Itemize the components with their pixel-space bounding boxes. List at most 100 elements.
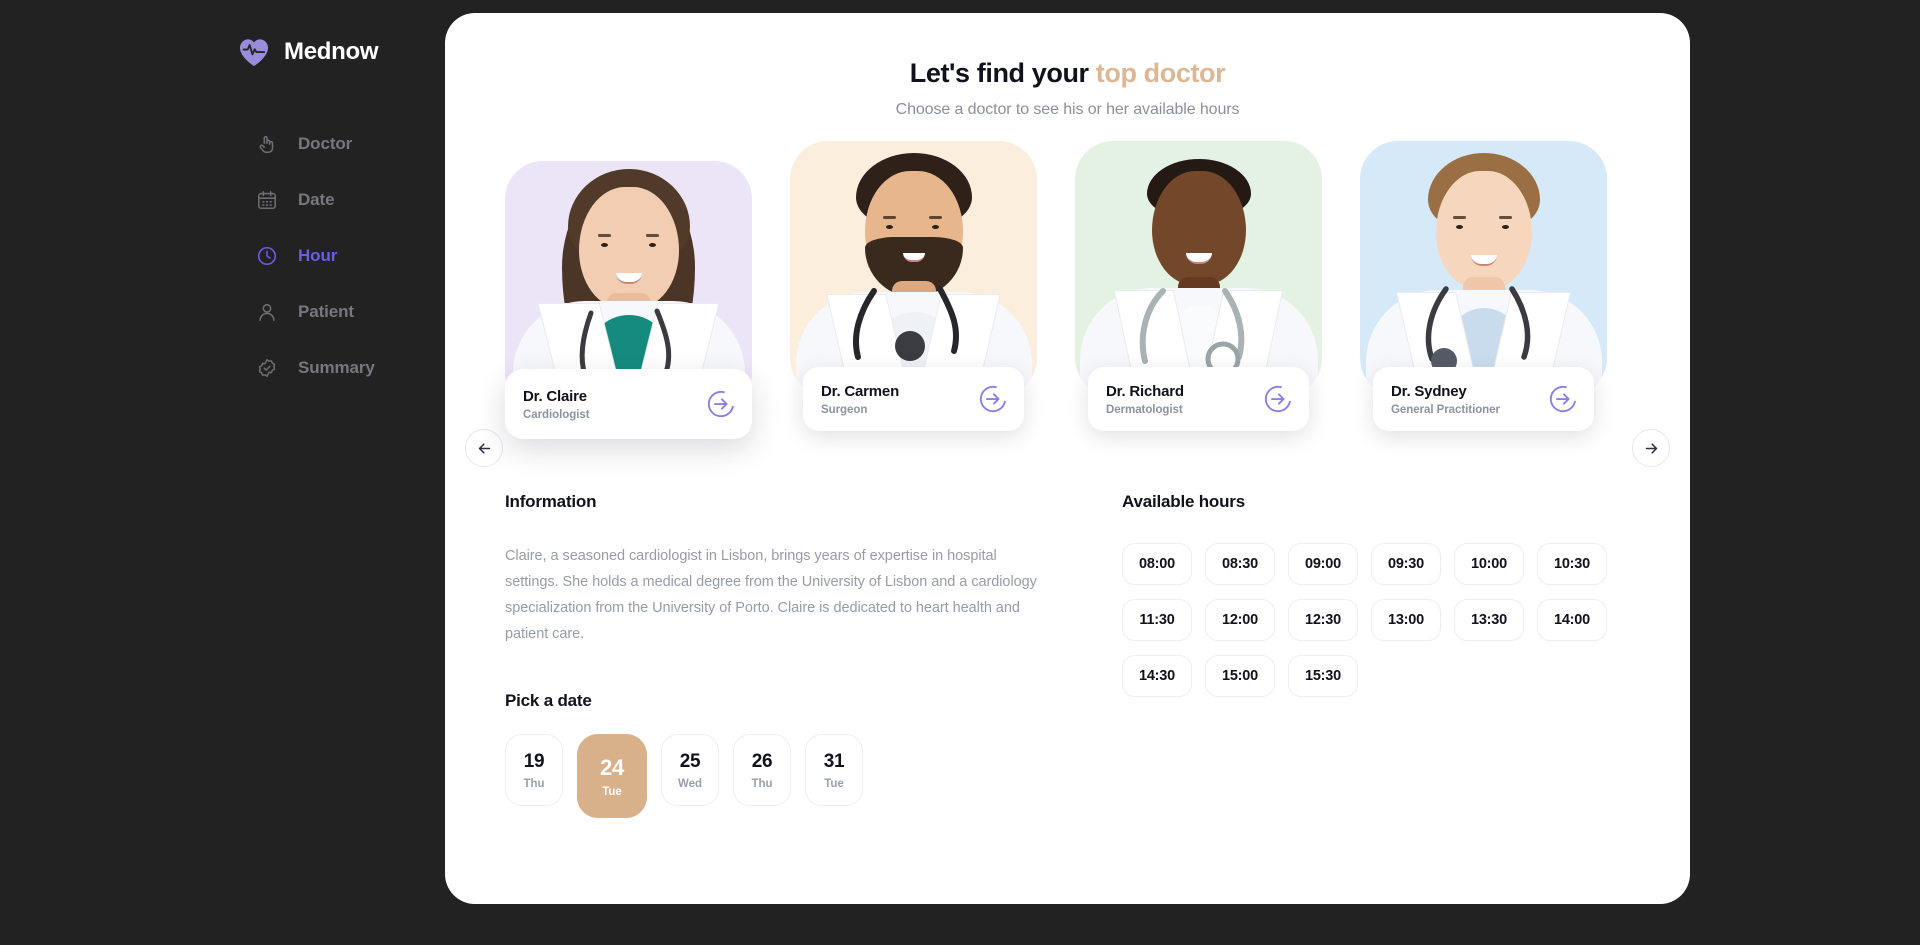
doctor-photo — [790, 141, 1037, 396]
date-chip[interactable]: 25 Wed — [661, 734, 719, 806]
sidebar-item-patient[interactable]: Patient — [256, 295, 445, 328]
page-title-accent: top doctor — [1095, 58, 1226, 88]
hour-chip[interactable]: 09:00 — [1288, 543, 1358, 585]
sidebar-item-hour[interactable]: Hour — [256, 239, 445, 272]
doctor-specialty: Surgeon — [821, 404, 868, 417]
page-title-plain: Let's find your — [909, 58, 1096, 88]
doctor-text: Dr. Sydney General Practitioner — [1391, 382, 1500, 416]
doctor-name: Dr. Carmen — [821, 382, 900, 400]
doctor-photo — [1360, 141, 1607, 396]
doctor-info[interactable]: Dr. Carmen Surgeon — [803, 367, 1024, 431]
date-weekday: Tue — [824, 777, 844, 790]
user-icon — [259, 303, 275, 321]
hour-chip[interactable]: 14:00 — [1537, 599, 1607, 641]
arrow-right-icon — [1645, 442, 1657, 454]
arrow-right-circle-icon — [1264, 385, 1292, 413]
date-weekday: Thu — [523, 777, 545, 790]
hour-chip[interactable]: 08:00 — [1122, 543, 1192, 585]
doctor-select-button[interactable] — [978, 384, 1008, 414]
card-header: Let's find your top doctor Choose a doct… — [445, 13, 1690, 119]
doctor-card[interactable]: Dr. Richard Dermatologist — [1075, 141, 1322, 431]
booking-card: Let's find your top doctor Choose a doct… — [445, 13, 1690, 904]
hours-grid: 08:00 08:30 09:00 09:30 10:00 10:30 11:3… — [1122, 543, 1622, 697]
date-weekday: Thu — [751, 777, 773, 790]
doctor-specialty: General Practitioner — [1391, 404, 1500, 417]
doctor-select-button[interactable] — [1548, 384, 1578, 414]
page-subtitle: Choose a doctor to see his or her availa… — [895, 101, 1240, 118]
hour-chip[interactable]: 15:30 — [1288, 655, 1358, 697]
sidebar-item-label: Summary — [298, 357, 375, 377]
doctor-card[interactable]: Dr. Carmen Surgeon — [790, 141, 1037, 431]
date-chip-selected[interactable]: 24 Tue — [577, 734, 647, 818]
sidebar-item-summary[interactable]: Summary — [256, 351, 445, 384]
date-day: 19 — [523, 750, 545, 772]
hour-chip[interactable]: 14:30 — [1122, 655, 1192, 697]
date-day: 31 — [823, 750, 845, 772]
carousel-prev-button[interactable] — [465, 429, 503, 467]
main-stage: Let's find your top doctor Choose a doct… — [445, 0, 1920, 945]
badge-check-icon — [258, 358, 276, 377]
date-chip[interactable]: 26 Thu — [733, 734, 791, 806]
doctor-specialty: Cardiologist — [523, 409, 590, 422]
doctor-text: Dr. Richard Dermatologist — [1106, 382, 1184, 416]
sidebar-item-label: Hour — [298, 245, 338, 265]
doctor-name: Dr. Richard — [1106, 382, 1184, 400]
arrow-right-circle-icon — [979, 385, 1007, 413]
doctor-card[interactable]: Dr. Claire Cardiologist — [505, 141, 752, 439]
date-chip[interactable]: 31 Tue — [805, 734, 863, 806]
hour-chip[interactable]: 10:00 — [1454, 543, 1524, 585]
hour-chip[interactable]: 10:30 — [1537, 543, 1607, 585]
doctor-list: Dr. Claire Cardiologist Dr. Carmen Surge… — [505, 141, 1630, 439]
date-day: 26 — [751, 750, 773, 772]
doctor-name: Dr. Sydney — [1391, 382, 1467, 400]
doctor-info[interactable]: Dr. Richard Dermatologist — [1088, 367, 1309, 431]
doctor-card[interactable]: Dr. Sydney General Practitioner — [1360, 141, 1607, 431]
doctor-text: Dr. Claire Cardiologist — [523, 387, 590, 421]
doctor-info[interactable]: Dr. Sydney General Practitioner — [1373, 367, 1594, 431]
heart-pulse-icon — [240, 39, 268, 66]
doctor-carousel: Dr. Claire Cardiologist Dr. Carmen Surge… — [445, 141, 1690, 467]
doctor-select-button[interactable] — [1263, 384, 1293, 414]
hour-chip[interactable]: 08:30 — [1205, 543, 1275, 585]
hour-chip[interactable]: 12:00 — [1205, 599, 1275, 641]
doctor-select-button[interactable] — [706, 389, 736, 419]
hour-chip[interactable]: 13:30 — [1454, 599, 1524, 641]
hour-chip[interactable]: 13:00 — [1371, 599, 1441, 641]
hour-chip[interactable]: 15:00 — [1205, 655, 1275, 697]
arrow-right-circle-icon — [1549, 385, 1577, 413]
available-hours-title: Available hours — [1122, 492, 1245, 511]
date-chip[interactable]: 19 Thu — [505, 734, 563, 806]
brand: Mednow — [0, 24, 445, 80]
calendar-icon — [257, 190, 277, 209]
available-hours-column: Available hours 08:00 08:30 09:00 09:30 … — [1070, 492, 1630, 818]
doctor-portrait — [1360, 141, 1607, 396]
sidebar-item-date[interactable]: Date — [256, 183, 445, 216]
date-weekday: Wed — [677, 777, 703, 790]
hand-pointer-icon — [259, 135, 274, 153]
page-title: Let's find your top doctor — [445, 58, 1690, 89]
sidebar-nav: Doctor Date Hour Patient Summary — [0, 127, 445, 384]
appointment-booking-page: Mednow Doctor Date Hour Patient Summary … — [0, 0, 1920, 945]
hour-chip[interactable]: 11:30 — [1122, 599, 1192, 641]
date-day: 25 — [679, 750, 701, 772]
date-weekday: Tue — [602, 785, 622, 798]
doctor-text: Dr. Carmen Surgeon — [821, 382, 899, 416]
hour-chip[interactable]: 09:30 — [1371, 543, 1441, 585]
doctor-bio: Claire, a seasoned cardiologist in Lisbo… — [505, 548, 1037, 642]
doctor-name: Dr. Claire — [523, 387, 587, 405]
information-title: Information — [505, 492, 597, 511]
sidebar-item-label: Date — [298, 189, 335, 209]
doctor-portrait — [790, 141, 1037, 396]
hour-chip[interactable]: 12:30 — [1288, 599, 1358, 641]
doctor-portrait — [1075, 141, 1322, 396]
sidebar-item-doctor[interactable]: Doctor — [256, 127, 445, 160]
arrow-right-circle-icon — [707, 390, 735, 418]
carousel-next-button[interactable] — [1632, 429, 1670, 467]
doctor-photo — [1075, 141, 1322, 396]
pick-a-date-title: Pick a date — [505, 691, 592, 710]
information-column: Information Claire, a seasoned cardiolog… — [505, 492, 1070, 818]
date-day: 24 — [600, 754, 624, 780]
brand-name: Mednow — [284, 38, 379, 65]
doctor-info[interactable]: Dr. Claire Cardiologist — [505, 369, 752, 439]
sidebar-item-label: Doctor — [298, 133, 353, 153]
